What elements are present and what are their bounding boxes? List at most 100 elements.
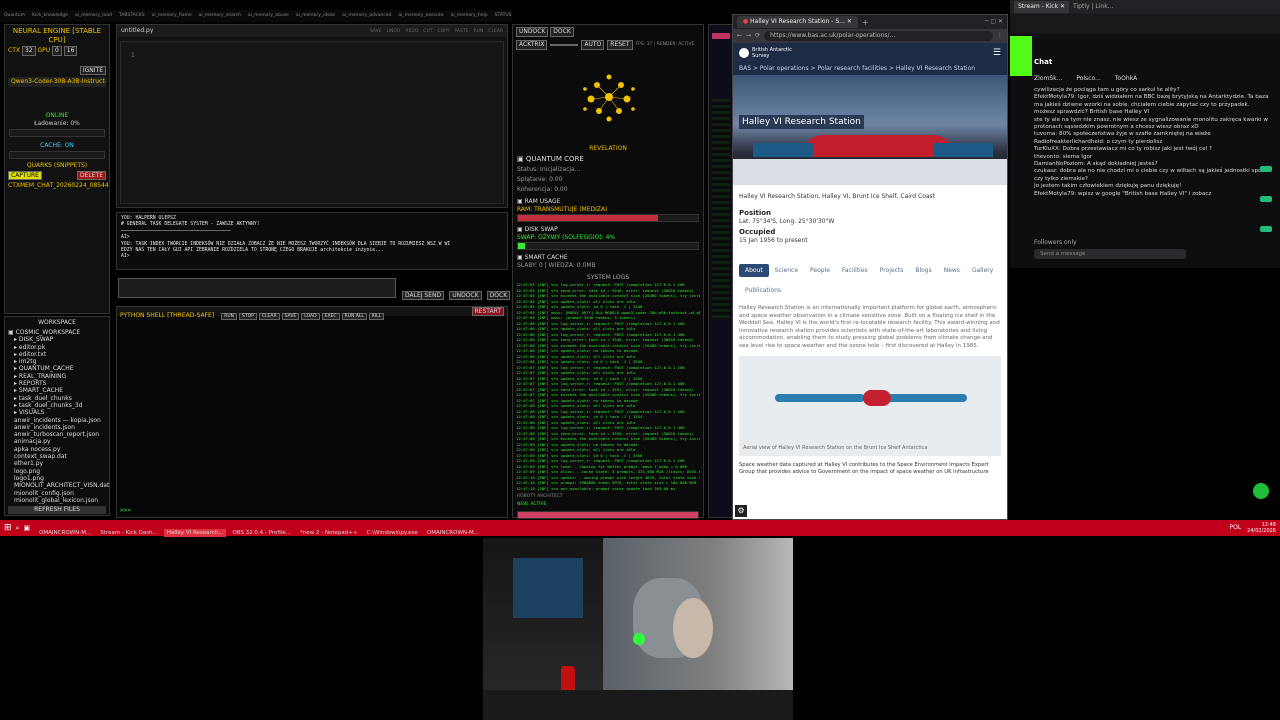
workspace-root[interactable]: ▣ COSMIC_WORKSPACE <box>8 329 106 336</box>
breadcrumb[interactable]: BAS > Polar operations > Polar research … <box>733 63 1007 75</box>
page-tab-science[interactable]: Science <box>769 264 804 277</box>
console-undock-button[interactable]: UNDOCK <box>449 291 482 300</box>
chat-channel[interactable]: Polsco... <box>1076 75 1100 82</box>
chat-channel[interactable]: ToOhkA <box>1115 75 1137 82</box>
shell-button[interactable]: KILL <box>368 313 385 320</box>
workspace-item[interactable]: ▸ SMART_CACHE <box>8 387 106 394</box>
quark-item[interactable]: CTXMEM_CHAT_20260224_085449_3549 <box>5 181 109 191</box>
workspace-item[interactable]: ▸ editor.txt <box>8 351 106 358</box>
task-view-icon[interactable]: ▣ <box>23 524 30 532</box>
taskbar-item[interactable]: OBS 32.0.4 - Profile... <box>229 529 294 537</box>
browser-tab[interactable]: ● Halley VI Research Station - S... ✕ <box>737 16 858 28</box>
top-menu-item[interactable]: ai_memory_advanced <box>342 13 391 18</box>
page-tab-blogs[interactable]: Blogs <box>909 264 937 277</box>
kick-green-button[interactable] <box>1253 483 1269 499</box>
keyboard-language[interactable]: POL <box>1229 524 1241 532</box>
delete-button[interactable]: DELETE <box>76 171 106 180</box>
taskbar-item[interactable]: Halley VI Research... <box>163 528 227 537</box>
workspace-item[interactable]: ▸ task_duel_chunks_3d <box>8 402 106 409</box>
shell-prompt[interactable]: >>> <box>120 507 131 515</box>
workspace-item[interactable]: anwir_turboscan_report.json <box>8 431 106 438</box>
page-tab-projects[interactable]: Projects <box>874 264 910 277</box>
workspace-item[interactable]: anwir_incidents.json <box>8 424 106 431</box>
workspace-item[interactable]: ▸ editor.pk <box>8 344 106 351</box>
editor-toolbar-item[interactable]: PASTE <box>455 29 469 34</box>
taskbar-item[interactable]: *new 2 - Notepad++ <box>297 529 360 537</box>
workspace-item[interactable]: ▸ REAL_TRAINING <box>8 373 106 380</box>
ignite-button[interactable]: IGNITE <box>79 66 106 75</box>
workspace-item[interactable]: context_swap.dat <box>8 453 106 460</box>
console-dock-button[interactable]: DOCK <box>486 291 511 300</box>
editor-toolbar-item[interactable]: UNDO <box>387 29 401 34</box>
page-tab-about[interactable]: About <box>739 264 769 277</box>
shell-button[interactable]: LOAD <box>301 313 320 320</box>
address-bar[interactable]: https://www.bas.ac.uk/polar-operations/.… <box>764 31 993 41</box>
auto-toggle[interactable]: AUTO <box>581 40 605 50</box>
top-menu-items[interactable]: Quantum Kick_knowledge ai_memory_load TABST… <box>4 13 512 18</box>
editor-toolbar-item[interactable]: CUT <box>423 29 432 34</box>
workspace-item[interactable]: ▸ VISUALS <box>8 409 106 416</box>
top-menu-item[interactable]: STATUS <box>495 13 512 18</box>
top-menu-item[interactable]: Quantum <box>4 13 25 18</box>
top-menu-item[interactable]: ai_memory_load <box>75 13 112 18</box>
clock-date[interactable]: 24/02/2026 <box>1247 528 1276 534</box>
workspace-item[interactable]: ▸ im2tg <box>8 358 106 365</box>
window-controls[interactable]: ─ ▢ ✕ <box>985 18 1003 26</box>
reload-icon[interactable]: ⟳ <box>755 32 760 40</box>
editor-toolbar-item[interactable]: SAVE <box>370 29 382 34</box>
page-tab-gallery[interactable]: Gallery <box>966 264 999 277</box>
workspace-item[interactable]: ▸ DISK_SWAP <box>8 336 106 343</box>
editor-toolbar-item[interactable]: REDO <box>405 29 418 34</box>
send-button[interactable]: DALEJ SEND <box>402 291 445 300</box>
workspace-item[interactable]: mionolit_config.json <box>8 490 106 497</box>
top-menu-item[interactable]: TABSTACKS <box>119 13 145 18</box>
shell-button[interactable]: SAVE <box>281 313 300 320</box>
editor-text-area[interactable]: 1 <box>120 41 504 204</box>
page-tab-publications[interactable]: Publications <box>739 284 787 297</box>
page-tab-news[interactable]: News <box>938 264 966 277</box>
new-tab-button[interactable]: + <box>862 18 869 27</box>
shell-button[interactable]: STOP <box>239 313 257 320</box>
restart-button[interactable]: RESTART <box>471 307 504 316</box>
taskbar-item[interactable]: C:\Windows\py.exe <box>363 529 420 537</box>
back-icon[interactable]: ← <box>737 32 742 40</box>
chat-channel[interactable]: ZlomSk... <box>1034 75 1062 82</box>
shell-button[interactable]: EXEC <box>321 313 340 320</box>
top-menu-item[interactable]: ai_memory_ideas <box>296 13 335 18</box>
editor-toolbar-item[interactable]: COPY <box>437 29 449 34</box>
menu-icon[interactable]: ⋮ <box>997 32 1003 40</box>
chat-input[interactable]: Send a message <box>1034 249 1186 259</box>
reset-button[interactable]: RESET <box>607 40 633 50</box>
workspace-item[interactable]: apka nocess.py <box>8 446 106 453</box>
chat-browser-tab[interactable]: Stream - Kick ✕ <box>1014 1 1070 13</box>
capture-button[interactable]: CAPTURE <box>8 171 42 180</box>
top-menu-item[interactable]: ai_memory_help <box>451 13 488 18</box>
prompt-input[interactable] <box>118 278 396 298</box>
acktrix-toggle[interactable]: ACKTRIX <box>516 40 548 50</box>
top-menu-item[interactable]: ai_memory_execute <box>398 13 443 18</box>
taskbar-item[interactable]: Stream - Kick Dash... <box>97 529 161 537</box>
dock-button[interactable]: DOCK <box>550 27 574 37</box>
editor-file-tab[interactable]: untitled.py <box>121 27 153 35</box>
shell-button[interactable]: CLEAR <box>258 313 280 320</box>
workspace-item[interactable]: ▸ REPORTS <box>8 380 106 387</box>
workspace-item[interactable]: ▸ QUANTUM_CACHE <box>8 365 106 372</box>
refresh-files-button[interactable]: REFRESH FILES <box>8 506 106 514</box>
editor-toolbar-item[interactable]: CLEAR <box>488 29 503 34</box>
hamburger-icon[interactable]: ☰ <box>993 48 1001 58</box>
workspace-item[interactable]: logo1.png <box>8 475 106 482</box>
acktrix-input[interactable] <box>550 44 579 46</box>
workspace-item[interactable]: MIONOLIT_ARCHITECT_VISN.dat <box>8 482 109 489</box>
start-icon[interactable]: ⊞ <box>4 523 12 533</box>
shell-button[interactable]: RUN ALL <box>341 313 367 320</box>
taskbar-item[interactable]: OMAINCROWN-M... <box>36 529 94 537</box>
top-menu-item[interactable]: ai_memory_abuse <box>248 13 289 18</box>
workspace-item[interactable]: ether1.py <box>8 460 106 467</box>
page-tab-facilities[interactable]: Facilities <box>836 264 874 277</box>
gpu-input[interactable]: 0 <box>52 46 62 56</box>
forward-icon[interactable]: → <box>746 32 751 40</box>
workspace-item[interactable]: logo.png <box>8 468 106 475</box>
editor-toolbar-item[interactable]: RUN <box>474 29 484 34</box>
chat-browser-tab-2[interactable]: Tiptly | Link... <box>1073 3 1113 11</box>
taskbar-item[interactable]: OMAINCROWN-M... <box>424 529 482 537</box>
